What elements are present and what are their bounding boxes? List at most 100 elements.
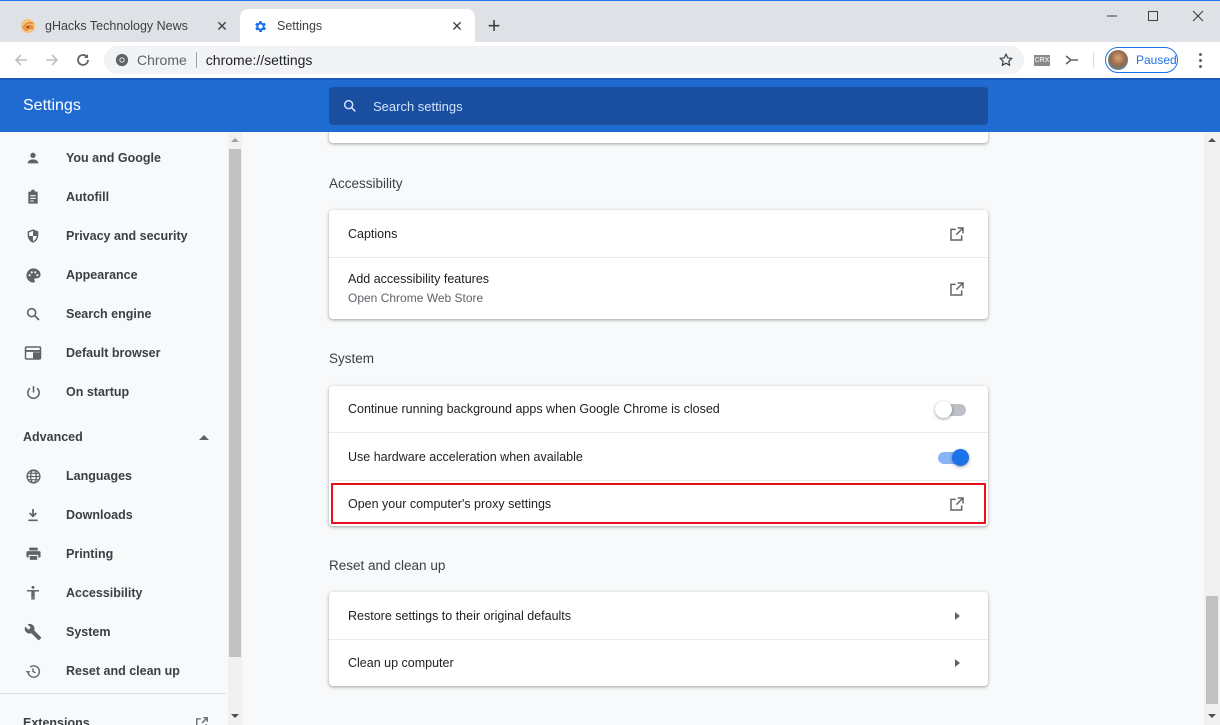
kebab-menu-icon <box>1198 52 1202 56</box>
settings-sidebar: You and Google Autofill Privacy and secu… <box>0 132 228 725</box>
forward-button[interactable] <box>40 48 64 72</box>
scissors-extension-icon <box>1065 55 1078 65</box>
reload-button[interactable] <box>71 48 95 72</box>
sidebar-divider <box>0 693 226 694</box>
sidebar-scrollbar[interactable] <box>228 132 242 725</box>
restore-defaults-row[interactable]: Restore settings to their original defau… <box>329 592 988 639</box>
tab-settings[interactable]: Settings ✕ <box>240 9 475 43</box>
section-title-reset: Reset and clean up <box>329 558 446 573</box>
avatar <box>1108 50 1128 70</box>
palette-icon <box>23 265 43 285</box>
sidebar-item-extensions[interactable]: Extensions <box>23 716 209 725</box>
sidebar-item-appearance[interactable]: Appearance <box>0 256 228 294</box>
minimize-icon <box>1107 15 1117 17</box>
minimize-button[interactable] <box>1094 5 1130 27</box>
sidebar-item-label: You and Google <box>66 151 161 165</box>
advanced-section-toggle[interactable]: Advanced <box>23 430 209 444</box>
person-icon <box>23 148 43 168</box>
sidebar-item-label: Privacy and security <box>66 229 188 243</box>
background-apps-toggle[interactable] <box>935 399 969 419</box>
url-text[interactable]: chrome://settings <box>206 52 313 68</box>
tab-ghacks[interactable]: gHacks Technology News ✕ <box>8 9 240 43</box>
scroll-down-arrow-icon[interactable] <box>231 714 239 718</box>
system-card: Continue running background apps when Go… <box>329 386 988 526</box>
open-in-new-icon <box>195 716 209 725</box>
open-in-new-icon[interactable] <box>945 222 969 246</box>
shield-icon <box>23 226 43 246</box>
sidebar-item-privacy-and-security[interactable]: Privacy and security <box>0 217 228 255</box>
close-tab-icon[interactable]: ✕ <box>447 16 467 36</box>
sidebar-item-you-and-google[interactable]: You and Google <box>0 139 228 177</box>
row-label: Restore settings to their original defau… <box>348 608 572 623</box>
open-in-new-icon[interactable] <box>945 277 969 301</box>
search-settings-field[interactable] <box>329 87 988 125</box>
sidebar-item-label: Search engine <box>66 307 152 321</box>
add-accessibility-features-row[interactable]: Add accessibility features Open Chrome W… <box>329 257 988 319</box>
open-in-new-icon[interactable] <box>945 492 969 516</box>
maximize-icon <box>1148 11 1158 21</box>
profile-button[interactable]: Paused <box>1105 47 1178 73</box>
extension-button[interactable] <box>1062 50 1082 70</box>
clean-up-computer-row[interactable]: Clean up computer <box>329 639 988 686</box>
chrome-logo-icon <box>115 53 129 67</box>
maximize-button[interactable] <box>1135 5 1171 27</box>
proxy-settings-row[interactable]: Open your computer's proxy settings <box>329 480 988 526</box>
sidebar-item-downloads[interactable]: Downloads <box>0 496 228 534</box>
advanced-label: Advanced <box>23 430 83 444</box>
download-icon <box>23 505 43 525</box>
close-icon <box>1192 10 1204 22</box>
printer-icon <box>23 544 43 564</box>
sidebar-item-autofill[interactable]: Autofill <box>0 178 228 216</box>
main-scrollbar[interactable] <box>1204 132 1220 725</box>
sidebar-item-default-browser[interactable]: Default browser <box>0 334 228 372</box>
address-bar[interactable]: Chrome chrome://settings <box>104 46 1024 74</box>
back-button[interactable] <box>9 48 33 72</box>
sidebar-item-label: Default browser <box>66 346 161 360</box>
sidebar-item-languages[interactable]: Languages <box>0 457 228 495</box>
close-window-button[interactable] <box>1180 5 1216 27</box>
previous-section-card <box>329 132 988 143</box>
history-icon <box>23 661 43 681</box>
sidebar-item-printing[interactable]: Printing <box>0 535 228 573</box>
sidebar-scrollbar-thumb[interactable] <box>229 149 241 657</box>
crx-extension-icon: CRX <box>1033 54 1051 66</box>
new-tab-button[interactable]: + <box>483 15 505 37</box>
chevron-up-icon <box>199 434 209 440</box>
sidebar-item-label: On startup <box>66 385 130 399</box>
browser-toolbar: Chrome chrome://settings CRX Paused <box>0 42 1220 78</box>
sidebar-item-label: System <box>66 625 111 639</box>
sidebar-item-label: Accessibility <box>66 586 143 600</box>
tab-strip: gHacks Technology News ✕ Settings ✕ + <box>0 0 1220 43</box>
hardware-acceleration-toggle[interactable] <box>935 447 969 467</box>
background-apps-row[interactable]: Continue running background apps when Go… <box>329 386 988 432</box>
chevron-right-icon <box>945 651 969 675</box>
arrow-right-icon <box>46 54 59 66</box>
scroll-up-arrow-icon[interactable] <box>1208 138 1216 142</box>
sidebar-item-system[interactable]: System <box>0 613 228 651</box>
scroll-up-arrow-icon[interactable] <box>231 138 239 142</box>
section-title-accessibility: Accessibility <box>329 176 403 191</box>
hardware-acceleration-row[interactable]: Use hardware acceleration when available <box>329 432 988 480</box>
sidebar-item-label: Appearance <box>66 268 138 282</box>
site-chip: Chrome <box>137 52 187 68</box>
sidebar-item-reset-and-clean-up[interactable]: Reset and clean up <box>0 652 228 690</box>
bookmark-star-icon[interactable] <box>998 52 1014 71</box>
reload-icon <box>77 54 89 66</box>
scroll-down-arrow-icon[interactable] <box>1208 714 1216 718</box>
row-label: Add accessibility features <box>348 272 490 286</box>
row-label: Captions <box>348 226 398 241</box>
close-tab-icon[interactable]: ✕ <box>212 16 232 36</box>
sidebar-item-accessibility[interactable]: Accessibility <box>0 574 228 612</box>
chrome-menu-button[interactable] <box>1190 50 1210 70</box>
sidebar-item-search-engine[interactable]: Search engine <box>0 295 228 333</box>
captions-row[interactable]: Captions <box>329 210 988 257</box>
main-scrollbar-thumb[interactable] <box>1206 596 1218 704</box>
gear-icon <box>252 18 268 34</box>
chevron-right-icon <box>945 604 969 628</box>
chrome-window: gHacks Technology News ✕ Settings ✕ + Ch… <box>0 0 1220 725</box>
row-sublabel: Open Chrome Web Store <box>348 291 484 305</box>
crx-extension-button[interactable]: CRX <box>1032 50 1052 70</box>
row-label: Continue running background apps when Go… <box>348 402 720 416</box>
search-input[interactable] <box>373 98 933 114</box>
sidebar-item-on-startup[interactable]: On startup <box>0 373 228 411</box>
